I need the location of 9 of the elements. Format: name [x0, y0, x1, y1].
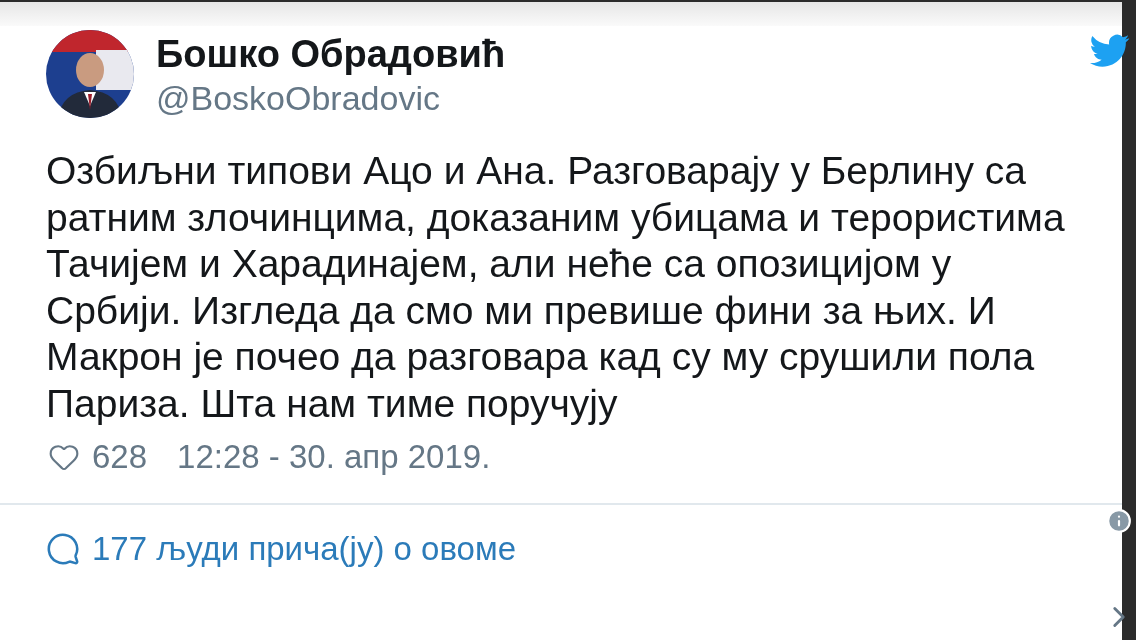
- like-count: 628: [92, 437, 148, 478]
- speech-bubble-icon: [46, 532, 80, 566]
- tweet-text: Озбиљни типови Ацо и Ана. Разговарају у Берлину са ратним злочинцима, доказаним убицама и терористима Тачијем и Харадинајем, али неће са опозицијом у Србији. Изгледа да смо ми превише фини за њих. И Макрон је почео да разговара кад су му срушили пола Париза. Шта нам тиме поручују: [45, 148, 1066, 427]
- author-name: Бошко Обрадовић: [156, 32, 506, 76]
- bird-icon: [1090, 34, 1130, 68]
- tweet-timestamp[interactable]: 12:28 - 30. апр 2019.: [177, 432, 491, 482]
- info-icon[interactable]: [1106, 508, 1132, 534]
- conversation-link[interactable]: 177 људи прича(ју) о овоме: [46, 524, 516, 574]
- author-handle[interactable]: @BoskoObradovic: [156, 76, 506, 120]
